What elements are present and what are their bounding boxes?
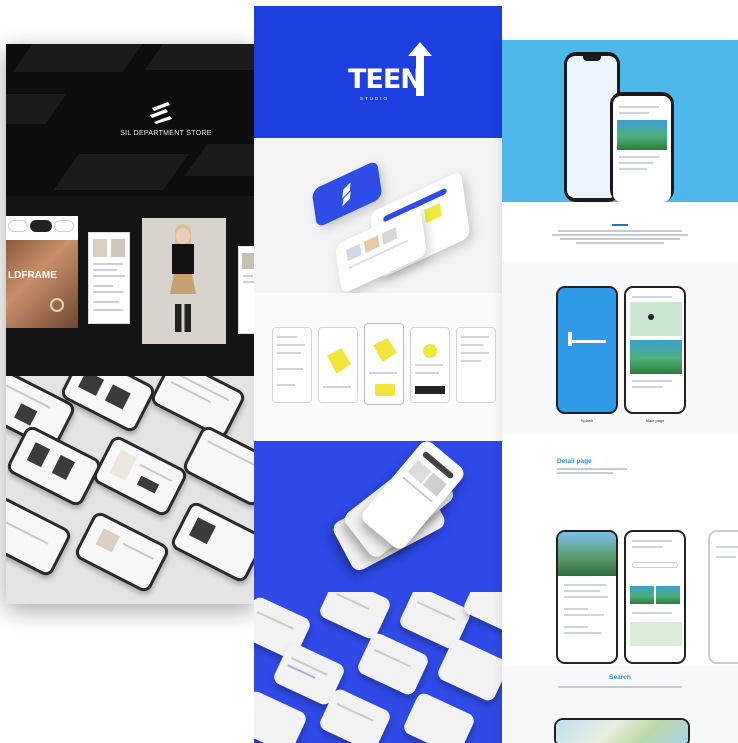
travel-hero: [502, 40, 738, 202]
travel-detail-section: Detail page: [502, 434, 738, 666]
teen-arrow-icon: [408, 42, 432, 96]
teen-studio-panel[interactable]: TEEN STUDIO: [254, 6, 502, 743]
app-screen: [318, 327, 358, 403]
banner-text: LDFRAME: [8, 270, 57, 281]
sil-store-panel[interactable]: SIL DEPARTMENT STORE LDFRAME: [6, 44, 256, 604]
travel-splash-main: Splash Main page: [502, 262, 738, 434]
app-screen: [410, 327, 450, 403]
goldframe-banner: LDFRAME: [6, 240, 78, 328]
search-title: Search: [609, 674, 631, 681]
travel-app-panel[interactable]: Splash Main page Detail page Search: [502, 40, 738, 743]
model-photo: [142, 218, 226, 344]
travel-intro-text: [502, 202, 738, 262]
teen-logo-sub: STUDIO: [360, 96, 390, 101]
teen-iso-mockup: [254, 138, 502, 295]
phone-mockup: [148, 376, 248, 441]
phone-mockup: [6, 423, 104, 509]
phone-mockup: [72, 509, 172, 595]
detail-title: Detail page: [557, 458, 592, 465]
phone-mockup: [168, 499, 256, 585]
sil-logo-icon: [150, 102, 172, 124]
store-tab-card: LDFRAME: [6, 216, 78, 328]
portfolio-canvas: SIL DEPARTMENT STORE LDFRAME TEEN STUDIO…: [0, 0, 738, 743]
store-phone-grid: [6, 376, 256, 604]
app-screen: [456, 327, 496, 403]
teen-phone-grid: [254, 592, 502, 743]
detail-screen: [708, 530, 738, 664]
detail-screen: [556, 530, 618, 664]
phone-mockup: [180, 423, 256, 509]
store-title: SIL DEPARTMENT STORE: [120, 130, 212, 137]
store-tab[interactable]: [8, 220, 28, 232]
app-screen: [272, 327, 312, 403]
search-map-screen: [554, 718, 690, 743]
product-card[interactable]: [88, 232, 130, 324]
phone-mockup: [6, 493, 74, 579]
main-caption: Main page: [645, 418, 665, 423]
phone-mockup: [90, 433, 190, 519]
travel-search-section: Search: [502, 666, 738, 743]
splash-screen: [556, 286, 618, 414]
splash-caption: Splash: [580, 418, 594, 423]
sil-hero: SIL DEPARTMENT STORE: [6, 44, 256, 196]
teen-header: TEEN STUDIO: [254, 6, 502, 138]
detail-screen: [624, 530, 686, 664]
store-shop-preview: LDFRAME: [6, 196, 256, 376]
teen-stacked-phones: [254, 437, 502, 592]
main-page-screen: [624, 286, 686, 414]
store-tab[interactable]: [54, 220, 74, 232]
store-tab-active[interactable]: [30, 220, 52, 232]
app-screen: [364, 323, 404, 405]
teen-screen-flow: [254, 293, 502, 441]
